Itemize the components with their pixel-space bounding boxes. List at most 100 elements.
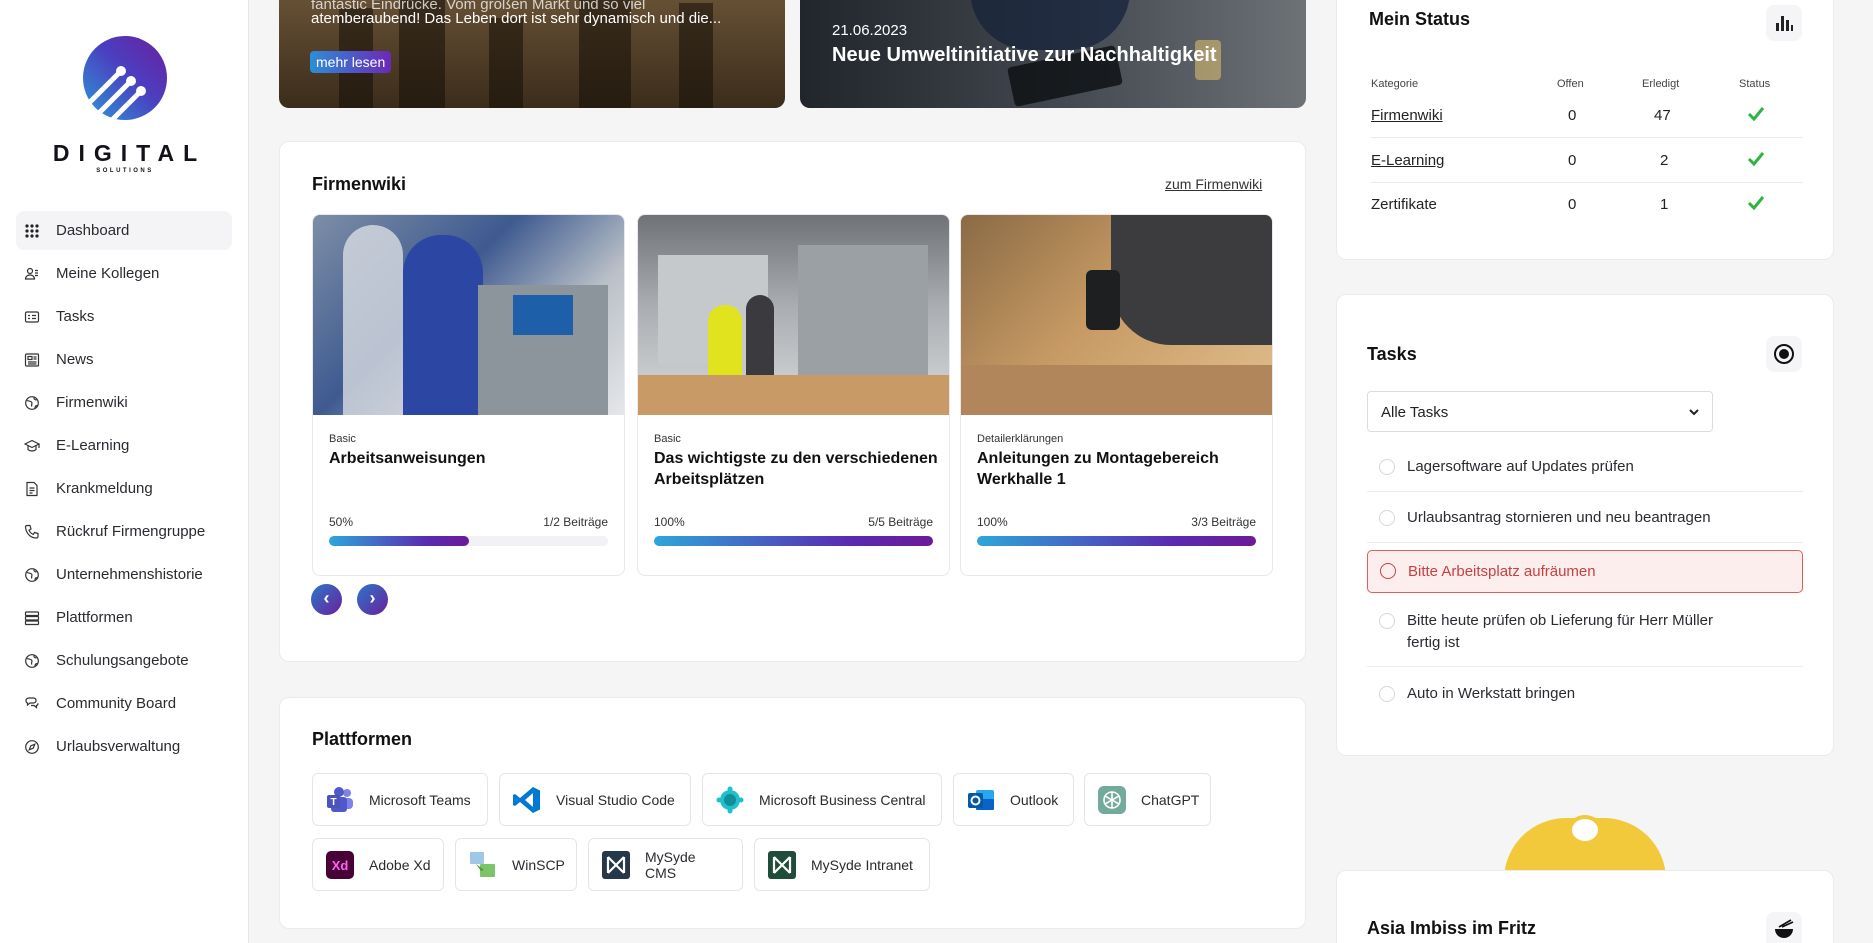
lunch-illustration-dot bbox=[1568, 815, 1602, 845]
sidebar-item-kollegen[interactable]: Meine Kollegen bbox=[16, 254, 232, 293]
sidebar-item-dashboard[interactable]: Dashboard bbox=[16, 211, 232, 250]
lunch-button[interactable] bbox=[1766, 912, 1802, 943]
drill-shape bbox=[1086, 270, 1120, 330]
status-header-done: Erledigt bbox=[1642, 78, 1680, 90]
checkmark-icon bbox=[1747, 107, 1765, 122]
news-card-environment[interactable]: 21.06.2023 Neue Umweltinitiative zur Nac… bbox=[800, 0, 1306, 108]
wiki-card[interactable]: Detailerklärungen Anleitungen zu Montage… bbox=[960, 214, 1273, 576]
arm-shape bbox=[1111, 215, 1272, 345]
task-item-highlighted[interactable]: Bitte Arbeitsplatz aufräumen bbox=[1367, 550, 1803, 593]
plattformen-title: Plattformen bbox=[312, 729, 413, 749]
task-text: Lagersoftware auf Updates prüfen bbox=[1407, 458, 1634, 475]
sidebar-item-community-board[interactable]: Community Board bbox=[16, 684, 232, 723]
sidebar-item-plattformen[interactable]: Plattformen bbox=[16, 598, 232, 637]
task-text: Auto in Werkstatt bringen bbox=[1407, 685, 1576, 702]
task-item[interactable]: Lagersoftware auf Updates prüfen bbox=[1367, 447, 1803, 492]
tasks-record-button[interactable] bbox=[1766, 336, 1802, 372]
sidebar-item-krankmeldung[interactable]: Krankmeldung bbox=[16, 469, 232, 508]
carousel-next-button[interactable]: › bbox=[357, 584, 388, 615]
sidebar-item-rueckruf[interactable]: Rückruf Firmengruppe bbox=[16, 512, 232, 551]
globe-icon bbox=[25, 395, 39, 410]
platform-outlook[interactable]: Outlook bbox=[953, 773, 1074, 826]
tasks-filter-select[interactable]: Alle Tasks bbox=[1367, 391, 1713, 432]
task-checkbox[interactable] bbox=[1379, 613, 1395, 629]
firmenwiki-title: Firmenwiki bbox=[312, 174, 407, 194]
status-row: Firmenwiki 0 47 bbox=[1371, 93, 1803, 138]
sidebar-item-news[interactable]: News bbox=[16, 340, 232, 379]
sidebar-item-firmenwiki[interactable]: Firmenwiki bbox=[16, 383, 232, 422]
status-row-category-link[interactable]: Firmenwiki bbox=[1371, 107, 1443, 124]
task-item[interactable]: Auto in Werkstatt bringen bbox=[1367, 674, 1803, 718]
phone-icon bbox=[24, 524, 39, 539]
read-more-button[interactable]: mehr lesen bbox=[310, 51, 392, 73]
sidebar-item-label: Tasks bbox=[56, 308, 95, 325]
platform-label: Adobe Xd bbox=[369, 856, 431, 873]
chat-icon bbox=[25, 696, 39, 709]
sidebar-item-label: Krankmeldung bbox=[56, 480, 153, 497]
platform-chatgpt[interactable]: ChatGPT bbox=[1084, 773, 1211, 826]
wiki-card-category: Basic bbox=[329, 433, 356, 445]
wiki-card-category: Detailerklärungen bbox=[977, 433, 1064, 445]
platform-label: MySyde CMS bbox=[645, 848, 696, 881]
wiki-card[interactable]: Basic Das wichtigste zu den verschiedene… bbox=[637, 214, 950, 576]
bar-chart-icon bbox=[1776, 16, 1793, 31]
wiki-card-title: Arbeitsanweisungen bbox=[329, 450, 486, 467]
wiki-progress-bar bbox=[654, 536, 933, 546]
status-row-open: 0 bbox=[1568, 152, 1577, 169]
mysyde-intranet-icon bbox=[768, 850, 796, 879]
sidebar-item-elearning[interactable]: E-Learning bbox=[16, 426, 232, 465]
platform-mysyde-intranet[interactable]: MySyde Intranet bbox=[754, 838, 930, 891]
wiki-card[interactable]: Basic Arbeitsanweisungen 50% 1/2 Beiträg… bbox=[312, 214, 625, 576]
platform-microsoft-teams[interactable]: T Microsoft Teams bbox=[312, 773, 488, 826]
platform-label: MySyde Intranet bbox=[811, 856, 913, 873]
status-row-done: 47 bbox=[1654, 107, 1671, 124]
carousel-prev-button[interactable]: ‹ bbox=[311, 584, 342, 615]
sidebar-item-urlaubsverwaltung[interactable]: Urlaubsverwaltung bbox=[16, 727, 232, 766]
wiki-progress-bar bbox=[329, 536, 608, 546]
globe-icon bbox=[25, 653, 39, 668]
food-bowl-icon bbox=[1775, 919, 1794, 938]
adobe-xd-icon: Xd bbox=[326, 850, 354, 879]
status-chart-button[interactable] bbox=[1766, 5, 1802, 41]
svg-text:Xd: Xd bbox=[332, 858, 349, 873]
task-checkbox[interactable] bbox=[1380, 563, 1396, 579]
wiki-card-percent: 100% bbox=[654, 515, 685, 529]
sidebar-item-schulungsangebote[interactable]: Schulungsangebote bbox=[16, 641, 232, 680]
person-shape bbox=[403, 235, 483, 415]
platform-business-central[interactable]: Microsoft Business Central bbox=[702, 773, 942, 826]
task-item[interactable]: Bitte heute prüfen ob Lieferung für Herr… bbox=[1367, 601, 1803, 667]
people-icon bbox=[24, 267, 38, 280]
compass-icon bbox=[25, 739, 39, 754]
sidebar-item-label: Dashboard bbox=[56, 222, 130, 239]
platform-winscp[interactable]: WinSCP bbox=[455, 838, 577, 891]
firmenwiki-link[interactable]: zum Firmenwiki bbox=[1165, 176, 1262, 192]
status-row-category-link[interactable]: E-Learning bbox=[1371, 152, 1444, 169]
lunch-title: Asia Imbiss im Fritz bbox=[1367, 918, 1537, 938]
task-checkbox[interactable] bbox=[1379, 510, 1395, 526]
sidebar-item-unternehmenshistorie[interactable]: Unternehmenshistorie bbox=[16, 555, 232, 594]
status-header-status: Status bbox=[1739, 78, 1771, 90]
status-title: Mein Status bbox=[1369, 9, 1471, 29]
mysyde-cms-icon bbox=[602, 850, 630, 879]
brand-name: DIGITAL bbox=[52, 140, 207, 166]
platform-visual-studio-code[interactable]: Visual Studio Code bbox=[499, 773, 691, 826]
status-row-open: 0 bbox=[1568, 107, 1577, 124]
news-title: Neue Umweltinitiative zur Nachhaltigkeit bbox=[832, 44, 1217, 66]
wiki-progress-bar bbox=[977, 536, 1256, 546]
platform-label: Visual Studio Code bbox=[556, 791, 675, 808]
task-checkbox[interactable] bbox=[1379, 686, 1395, 702]
task-item[interactable]: Urlaubsantrag stornieren und neu beantra… bbox=[1367, 498, 1803, 543]
platform-mysyde-cms[interactable]: MySyde CMS bbox=[588, 838, 743, 891]
wiki-card-image bbox=[313, 215, 624, 415]
graduation-cap-icon bbox=[24, 439, 40, 452]
task-checkbox[interactable] bbox=[1379, 459, 1395, 475]
brand-logo[interactable]: DIGITAL SOLUTIONS bbox=[40, 36, 210, 176]
platform-adobe-xd[interactable]: Xd Adobe Xd bbox=[312, 838, 444, 891]
checkmark-icon bbox=[1747, 152, 1765, 167]
wiki-progress-fill bbox=[329, 536, 469, 546]
sidebar-item-tasks[interactable]: Tasks bbox=[16, 297, 232, 336]
sidebar-item-label: Firmenwiki bbox=[56, 394, 128, 411]
checkmark-icon bbox=[1747, 196, 1765, 211]
news-teaser-text: atemberaubend! Das Leben dort ist sehr d… bbox=[311, 10, 722, 27]
news-card-city[interactable]: fantastic Eindrücke. Vom großen Markt un… bbox=[279, 0, 785, 108]
